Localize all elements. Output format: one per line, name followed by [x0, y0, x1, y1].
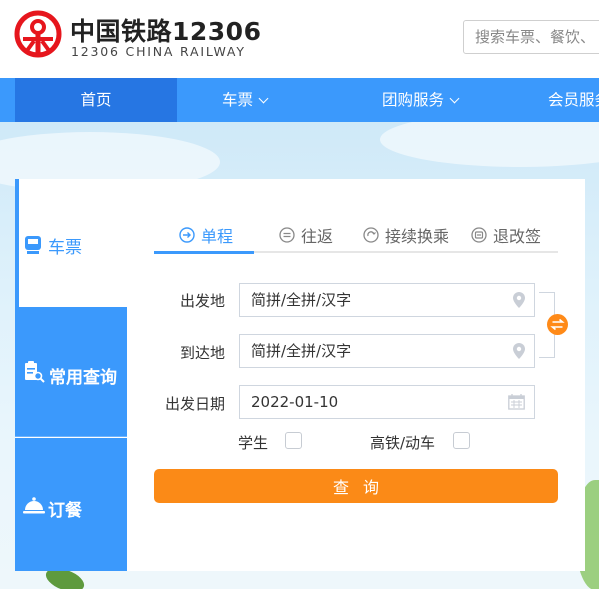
- location-pin-icon: [513, 292, 525, 308]
- china-railway-logo[interactable]: [14, 10, 62, 58]
- nav-item-tickets[interactable]: 车票: [177, 78, 312, 122]
- nav-item-home[interactable]: 首页: [15, 78, 177, 122]
- booking-sidebar: 车票 常用查询 订餐: [15, 179, 127, 571]
- chevron-down-icon: [449, 93, 460, 104]
- swap-icon: [550, 318, 565, 331]
- departure-date-field: [239, 385, 535, 419]
- query-button[interactable]: 查询: [154, 469, 558, 503]
- site-subtitle: 12306 CHINA RAILWAY: [71, 44, 246, 59]
- document-search-icon: [25, 361, 45, 383]
- student-label: 学生: [238, 434, 269, 452]
- food-cloche-icon: [23, 497, 45, 514]
- nav-item-label: 团购服务: [381, 91, 444, 109]
- ticket-booking-panel: 车票 常用查询 订餐 单程 往返 接续换乘 退改签 出发地 简拼/全拼/汉字 到…: [15, 179, 585, 571]
- from-station-input[interactable]: [240, 284, 500, 316]
- site-search: [463, 20, 599, 54]
- departure-date-input[interactable]: [240, 386, 500, 418]
- sidebar-item-label: 车票: [48, 238, 82, 258]
- departure-date-label: 出发日期: [165, 395, 226, 413]
- tab-round-trip[interactable]: 往返: [279, 221, 333, 249]
- nav-item-label: 车票: [221, 91, 253, 109]
- chevron-down-icon: [258, 93, 269, 104]
- high-speed-label: 高铁/动车: [370, 434, 436, 452]
- tab-refund-change[interactable]: 退改签: [471, 221, 541, 249]
- arrow-right-circle-icon: [179, 227, 195, 243]
- tab-label: 接续换乘: [385, 227, 450, 246]
- tab-transfer[interactable]: 接续换乘: [363, 221, 449, 249]
- nav-item-label: 首页: [80, 91, 112, 109]
- high-speed-checkbox[interactable]: [453, 432, 470, 449]
- to-station-input[interactable]: [240, 335, 500, 367]
- tab-label: 单程: [201, 227, 234, 246]
- nav-item-group-service[interactable]: 团购服务: [340, 78, 500, 122]
- swap-stations-button[interactable]: [547, 314, 568, 335]
- site-header: 中国铁路12306 12306 CHINA RAILWAY: [0, 0, 599, 78]
- tab-one-way[interactable]: 单程: [179, 221, 233, 249]
- cloud-decoration: [380, 122, 599, 167]
- nav-item-label: 会员服务: [548, 91, 599, 109]
- round-trip-icon: [279, 227, 295, 243]
- search-input[interactable]: [464, 21, 599, 53]
- site-title: 中国铁路12306: [70, 17, 262, 46]
- to-station-field: [239, 334, 535, 368]
- tab-label: 往返: [301, 227, 334, 246]
- student-checkbox[interactable]: [285, 432, 302, 449]
- active-tab-indicator: [154, 251, 254, 254]
- transfer-icon: [363, 227, 379, 243]
- to-label: 到达地: [180, 344, 226, 362]
- tab-label: 退改签: [493, 227, 542, 246]
- main-nav: 首页 车票 团购服务 会员服务: [0, 78, 599, 122]
- calendar-icon: [508, 394, 525, 410]
- from-label: 出发地: [180, 292, 226, 310]
- nav-item-member-service[interactable]: 会员服务: [548, 78, 599, 122]
- train-icon: [25, 236, 41, 254]
- sidebar-item-label: 常用查询: [49, 368, 117, 388]
- trip-type-tabs: 单程 往返 接续换乘 退改签: [154, 217, 558, 254]
- location-pin-icon: [513, 343, 525, 359]
- refund-icon: [471, 227, 487, 243]
- from-station-field: [239, 283, 535, 317]
- sidebar-item-label: 订餐: [48, 501, 82, 521]
